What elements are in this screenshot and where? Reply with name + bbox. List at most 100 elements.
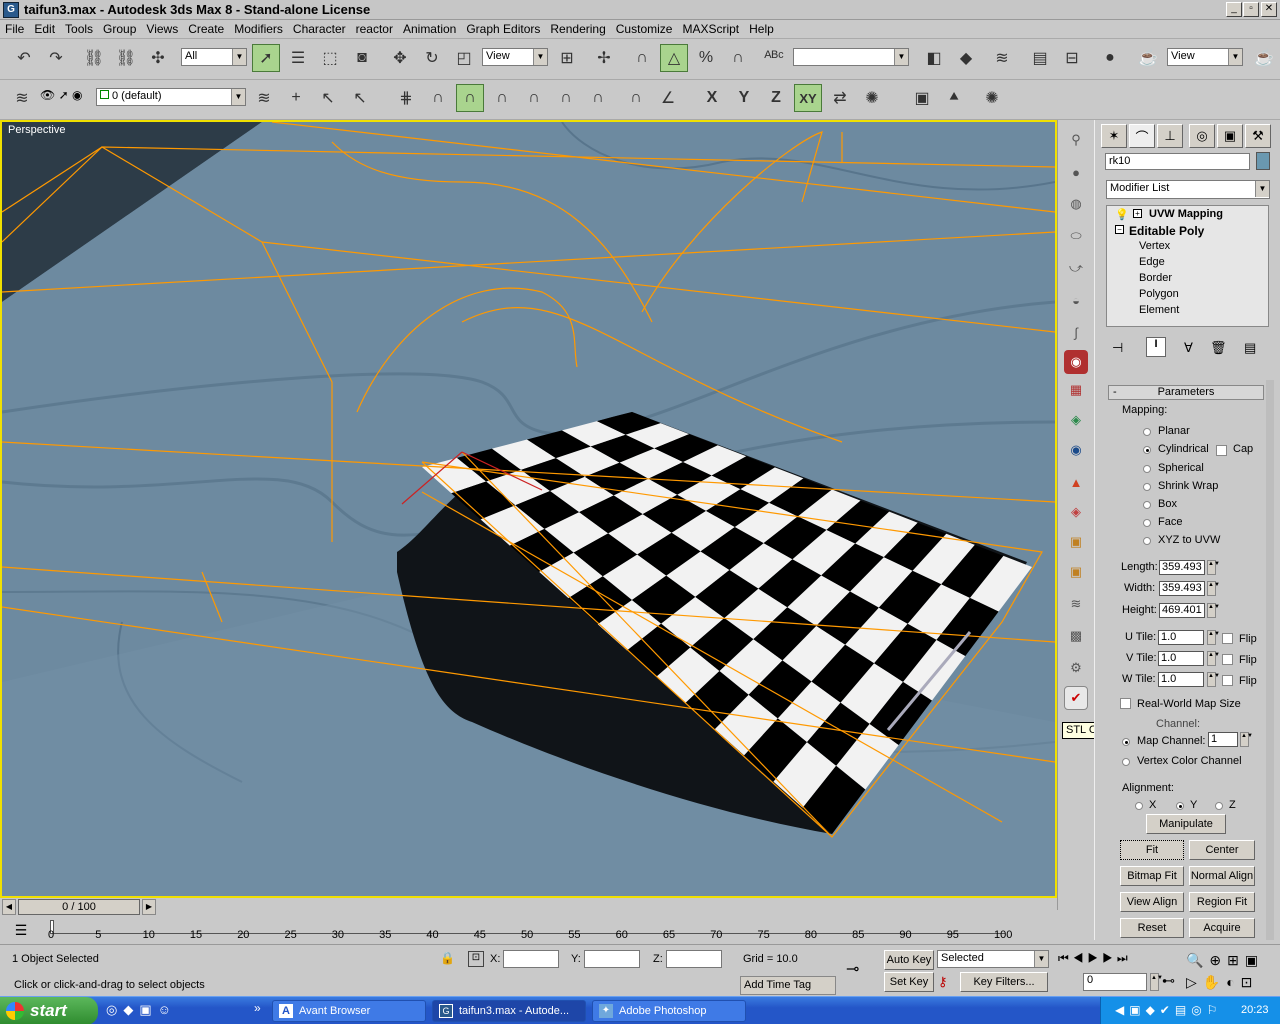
align-x-radio[interactable] [1135, 802, 1143, 810]
menu-file[interactable]: File [0, 20, 29, 36]
pin-stack-icon[interactable]: ⊣ [1112, 340, 1123, 356]
minimize-button[interactable]: _ [1226, 2, 1242, 17]
key-mode-toggle-icon[interactable]: ⊷ [1162, 973, 1175, 989]
create-tab-icon[interactable]: ✶ [1101, 124, 1127, 148]
select-and-link-icon[interactable]: ⛓ [80, 44, 108, 72]
spline-icon[interactable]: ∫ [1064, 320, 1088, 344]
current-frame-field[interactable]: 0 [1083, 973, 1147, 991]
view-align-button[interactable]: View Align [1120, 892, 1184, 912]
u-tile-spinner[interactable]: 1.0 [1158, 630, 1204, 645]
w-flip-checkbox[interactable] [1222, 675, 1233, 686]
curve-editor-icon[interactable]: ▤ [1026, 44, 1054, 72]
close-button[interactable]: ✕ [1261, 2, 1277, 17]
expand-plus-icon[interactable]: + [1133, 209, 1142, 218]
height-spinner[interactable]: 469.401 [1159, 603, 1205, 618]
height-spinner-arrows[interactable]: ▲▼ [1207, 603, 1220, 618]
align-z-radio[interactable] [1215, 802, 1223, 810]
named-selection-dropdown[interactable]: ▼ [793, 48, 909, 66]
transform-gizmo-icon[interactable]: ✺ [858, 84, 886, 112]
v-tile-spinner[interactable]: 1.0 [1158, 651, 1204, 666]
menu-help[interactable]: Help [744, 20, 779, 36]
display-tab-icon[interactable]: ▣ [1217, 124, 1243, 148]
track-bar[interactable]: ☰ 0 5 10 15 20 25 30 35 40 45 50 55 60 65 70 75 80 85 90 95… [0, 918, 1057, 944]
undo-icon[interactable]: ↶ [10, 44, 38, 72]
task-avant-browser[interactable]: A Avant Browser [272, 1000, 426, 1022]
layers-stack-icon[interactable]: ≋ [1064, 592, 1088, 616]
extras-cube-icon[interactable]: ▣ [908, 84, 936, 112]
frame-spinner-arrows[interactable]: ▲▼ [1150, 973, 1163, 991]
remove-modifier-icon[interactable]: 🗑 [1210, 340, 1227, 356]
snap-face-icon[interactable]: ∩ [584, 84, 612, 112]
axis-z-button[interactable]: Z [762, 84, 790, 112]
snaps-toggle-icon[interactable]: ∩ [628, 44, 656, 72]
auto-key-button[interactable]: Auto Key [884, 950, 934, 970]
menu-reactor[interactable]: reactor [351, 20, 398, 36]
acquire-button[interactable]: Acquire [1189, 918, 1255, 938]
vertex-color-channel-radio[interactable] [1122, 758, 1130, 766]
face-radio[interactable] [1143, 519, 1151, 527]
mini-curve-editor-icon[interactable]: ☰ [10, 922, 32, 940]
length-spinner-arrows[interactable]: ▲▼ [1207, 560, 1220, 575]
object-name-field[interactable]: rk10 [1105, 153, 1250, 170]
map-channel-arrows[interactable]: ▲▼ [1240, 732, 1253, 747]
unlink-icon[interactable]: ⛓ [112, 44, 140, 72]
time-slider-thumb[interactable]: 0 / 100 [18, 899, 140, 915]
maximize-button[interactable]: ▫ [1243, 2, 1259, 17]
viewport-navigation-controls[interactable]: 🔍⊕⊞▣ ▷✋◐⊡ [1186, 949, 1280, 995]
reference-coordinate-dropdown[interactable]: View ▼ [482, 48, 548, 66]
axis-xy-button[interactable]: XY [794, 84, 822, 112]
menu-animation[interactable]: Animation [398, 20, 461, 36]
key-filters-button[interactable]: Key Filters... [960, 972, 1048, 992]
cylindrical-radio[interactable] [1143, 446, 1151, 454]
lock-selection-icon[interactable]: 🔒 [440, 951, 455, 965]
key-mode-dropdown[interactable]: Selected ▼ [937, 950, 1049, 968]
layers-icon[interactable]: ≋ [8, 84, 36, 112]
v-tile-arrows[interactable]: ▲▼ [1207, 651, 1220, 666]
snapshot-icon[interactable]: ✺ [978, 84, 1006, 112]
tray-icons[interactable]: ◀▣◆✔▤◎⚐ [1115, 1003, 1222, 1017]
parameters-rollout-header[interactable]: - Parameters [1108, 385, 1264, 400]
edit-named-selection-icon[interactable]: ᴬᴮᶜ [760, 44, 788, 72]
make-unique-icon[interactable]: ∀ [1184, 340, 1193, 356]
stl-check-icon[interactable]: ✔ [1064, 686, 1088, 710]
w-tile-arrows[interactable]: ▲▼ [1207, 672, 1220, 687]
normal-align-button[interactable]: Normal Align [1189, 866, 1255, 886]
box-radio[interactable] [1143, 501, 1151, 509]
menu-graph-editors[interactable]: Graph Editors [461, 20, 545, 36]
unwrap-icon[interactable]: ⚙ [1064, 656, 1088, 680]
y-coord-field[interactable] [584, 950, 640, 968]
uvw-box2-icon[interactable]: ▣ [1064, 560, 1088, 584]
snap-pivot-icon[interactable]: ∩ [424, 84, 452, 112]
set-key-icon[interactable]: ⊸ [846, 959, 859, 979]
select-object-icon[interactable]: ➚ [252, 44, 280, 72]
render-scene-icon[interactable]: ☕ [1134, 44, 1162, 72]
manipulate-button[interactable]: Manipulate [1146, 814, 1226, 834]
select-rotate-icon[interactable]: ↻ [418, 44, 446, 72]
command-panel-scrollbar[interactable] [1266, 380, 1274, 940]
stack-uvw-mapping[interactable]: UVW Mapping [1149, 208, 1223, 220]
checker-map-icon[interactable]: ▩ [1064, 624, 1088, 648]
set-key-button[interactable]: Set Key [884, 972, 934, 992]
menu-tools[interactable]: Tools [60, 20, 98, 36]
stack-element[interactable]: Element [1139, 304, 1179, 316]
axis-x-button[interactable]: X [698, 84, 726, 112]
stack-vertex[interactable]: Vertex [1139, 240, 1170, 252]
angle-snap-icon[interactable]: △ [660, 44, 688, 72]
utilities-tab-icon[interactable]: ⚒ [1245, 124, 1271, 148]
axis-constraint-icon[interactable]: ∠ [654, 84, 682, 112]
motion-tab-icon[interactable]: ◎ [1189, 124, 1215, 148]
mesh-sphere-icon[interactable]: ◉ [1064, 350, 1088, 374]
spinner-snap-icon[interactable]: ∩ [724, 44, 752, 72]
tube-icon[interactable]: ◍ [1064, 192, 1088, 216]
redo-icon[interactable]: ↷ [42, 44, 70, 72]
menu-character[interactable]: Character [288, 20, 351, 36]
v-flip-checkbox[interactable] [1222, 654, 1233, 665]
lattice-icon[interactable]: ▦ [1064, 378, 1088, 402]
menu-customize[interactable]: Customize [611, 20, 678, 36]
menu-edit[interactable]: Edit [29, 20, 60, 36]
stack-edge[interactable]: Edge [1139, 256, 1165, 268]
modifier-list-dropdown[interactable]: Modifier List ▼ [1106, 180, 1270, 199]
length-spinner[interactable]: 359.493 [1159, 560, 1205, 575]
u-tile-arrows[interactable]: ▲▼ [1207, 630, 1220, 645]
u-flip-checkbox[interactable] [1222, 633, 1233, 644]
